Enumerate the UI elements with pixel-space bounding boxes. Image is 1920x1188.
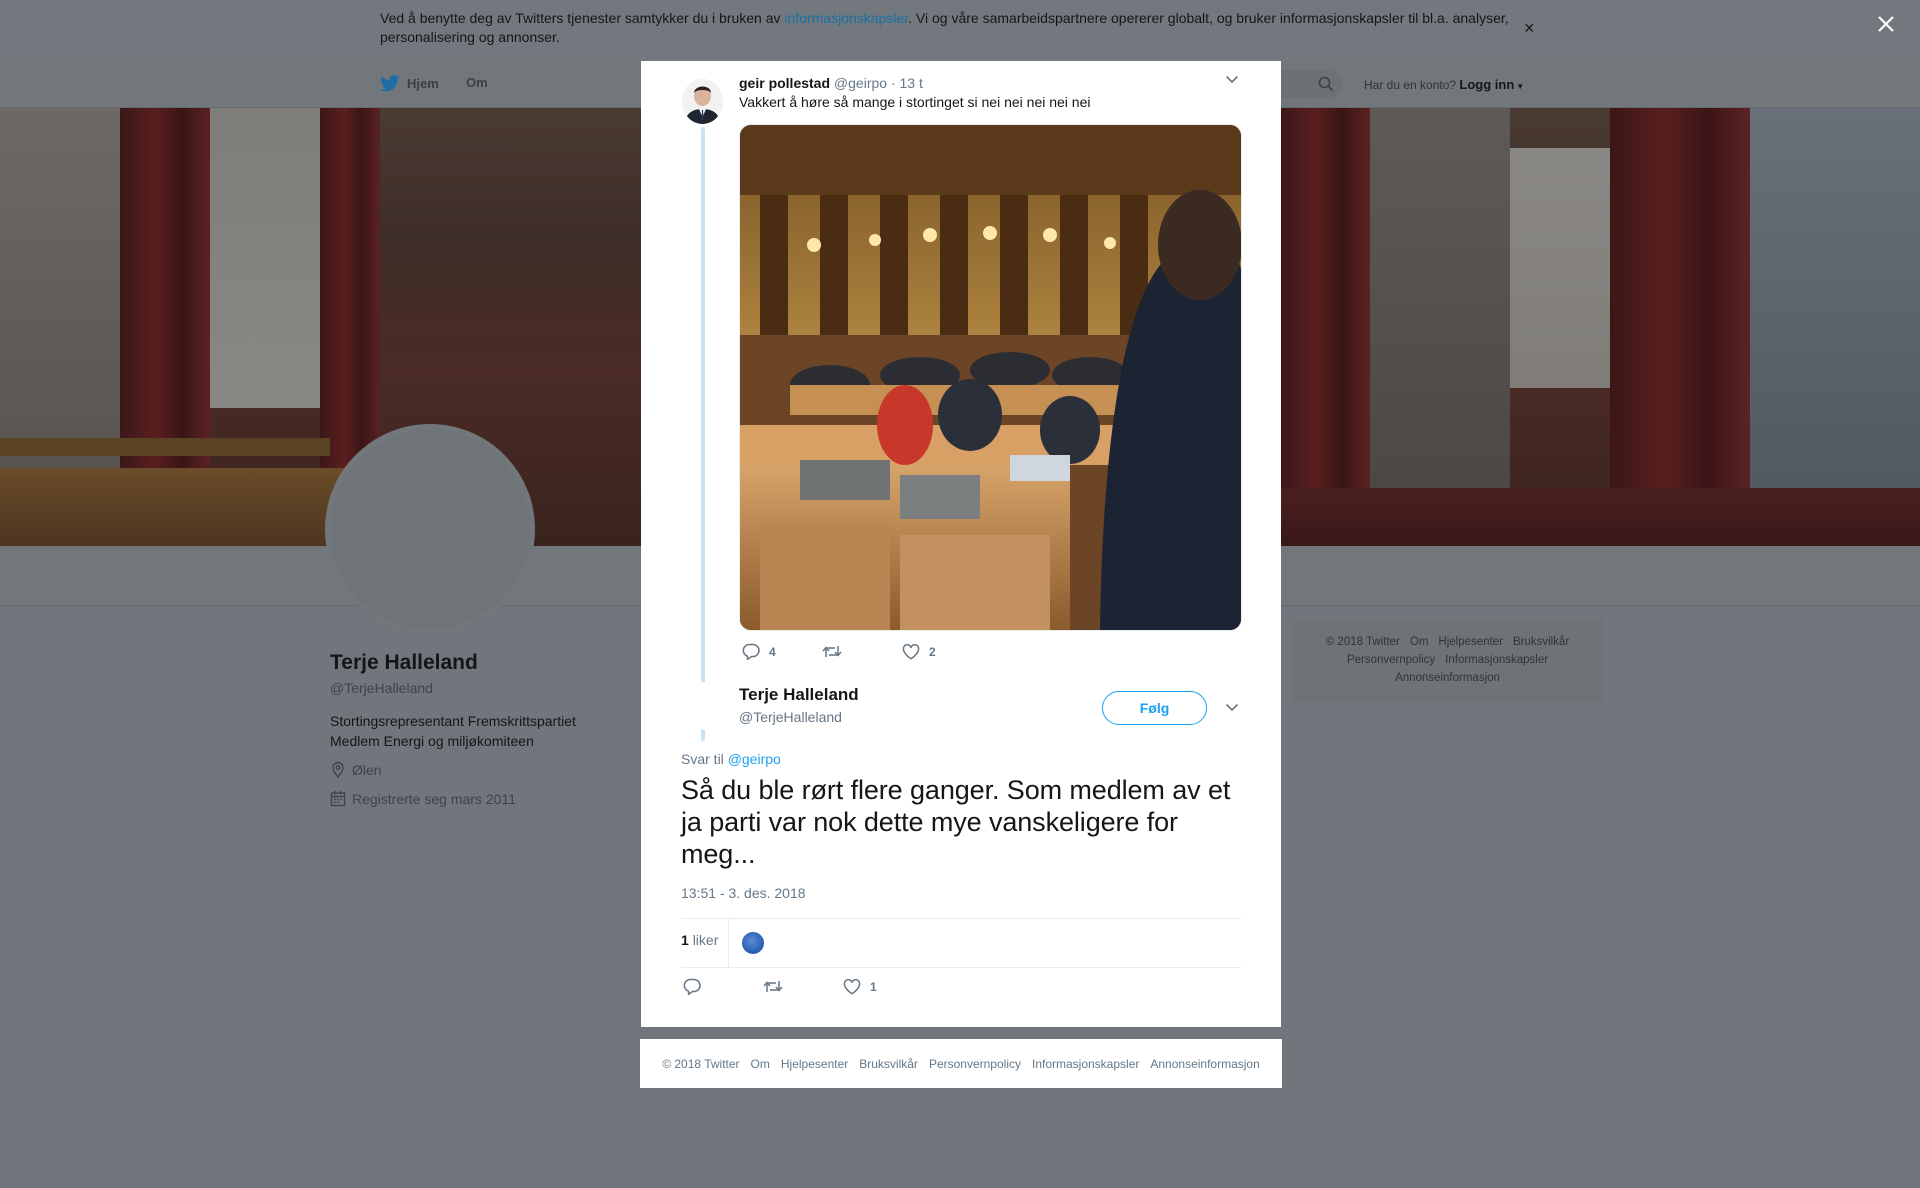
- separator-dot: ·: [890, 75, 896, 91]
- nav-home-label: Hjem: [407, 76, 439, 91]
- reply-icon: [742, 643, 760, 660]
- reply-count: 4: [769, 644, 776, 659]
- nav-home[interactable]: Hjem: [380, 75, 439, 92]
- location-pin-icon: [332, 761, 344, 779]
- account-area: Har du en konto? Logg inn ▼: [1364, 77, 1524, 92]
- profile-bio: Stortingsrepresentant Fremskrittspartiet…: [330, 711, 610, 751]
- cookie-text-before: Ved å benytte deg av Twitters tjenester …: [380, 10, 785, 26]
- retweet-icon: [822, 646, 842, 657]
- location-text: Ølen: [352, 762, 382, 778]
- like-action[interactable]: 2: [902, 643, 982, 660]
- bio-line: Stortingsrepresentant Fremskrittspartiet: [330, 713, 576, 729]
- profile-joined: Registrerte seg mars 2011: [330, 790, 516, 807]
- footer-link[interactable]: Om: [1410, 636, 1429, 648]
- parent-tweet-header: geir pollestad @geirpo · 13 t: [739, 75, 923, 91]
- reply-author-avatar[interactable]: [682, 682, 730, 730]
- likes-stat[interactable]: 1 liker: [681, 932, 718, 980]
- footer-link[interactable]: Bruksvilkår: [859, 1057, 918, 1071]
- heart-icon: [902, 643, 920, 660]
- calendar-icon: [330, 791, 346, 807]
- retweet-action[interactable]: [822, 644, 902, 659]
- parent-tweet-time[interactable]: 13 t: [900, 75, 923, 91]
- cookie-banner: Ved å benytte deg av Twitters tjenester …: [0, 0, 1920, 61]
- reply-action[interactable]: [683, 978, 763, 995]
- tweet-stats: 1 liker: [681, 918, 1241, 968]
- parent-tweet-avatar[interactable]: [682, 79, 723, 124]
- footer-link[interactable]: Hjelpesenter: [781, 1057, 848, 1071]
- tweet-modal: geir pollestad @geirpo · 13 t Vakkert å …: [641, 61, 1281, 1027]
- likes-stat-label: liker: [692, 932, 719, 948]
- cookie-close-icon[interactable]: ×: [1524, 18, 1535, 39]
- footer-link[interactable]: Personvernpolicy: [929, 1057, 1021, 1071]
- parent-tweet-actions: 4 2: [742, 643, 982, 660]
- cookie-text: Ved å benytte deg av Twitters tjenester …: [380, 9, 1520, 47]
- login-label: Logg inn: [1459, 77, 1515, 92]
- reply-timestamp[interactable]: 13:51 - 3. des. 2018: [681, 885, 806, 901]
- footer-link[interactable]: © 2018 Twitter: [662, 1057, 739, 1071]
- reply-tweet-text: Så du ble rørt flere ganger. Som medlem …: [681, 775, 1231, 869]
- heart-icon: [843, 978, 861, 995]
- side-footer: © 2018 Twitter Om Hjelpesenter Bruksvilkår …: [1291, 619, 1604, 702]
- parent-tweet-text: Vakkert å høre så mange i stortinget si …: [739, 94, 1091, 110]
- likes-stat-count: 1: [681, 932, 689, 948]
- parent-author-name[interactable]: geir pollestad: [739, 75, 830, 91]
- modal-footer: © 2018 Twitter Om Hjelpesenter Bruksvilk…: [640, 1039, 1282, 1088]
- profile-location: Ølen: [330, 761, 382, 779]
- footer-link[interactable]: © 2018 Twitter: [1326, 636, 1400, 648]
- like-count: 1: [870, 979, 877, 994]
- footer-link[interactable]: Personvernpolicy: [1347, 654, 1435, 666]
- nav-about[interactable]: Om: [466, 75, 488, 90]
- cookie-link[interactable]: informasjonskapsler: [784, 10, 908, 26]
- reply-author-handle[interactable]: @TerjeHalleland: [739, 709, 842, 725]
- caret-down-icon: ▼: [1516, 82, 1525, 91]
- parliament-photo: [740, 125, 1241, 630]
- footer-link[interactable]: Hjelpesenter: [1438, 636, 1503, 648]
- profile-handle[interactable]: @TerjeHalleland: [330, 680, 433, 696]
- reply-action[interactable]: 4: [742, 643, 822, 660]
- replying-to-label: Svar til: [681, 751, 724, 767]
- twitter-bird-icon: [380, 75, 400, 92]
- liker-avatar[interactable]: [741, 931, 765, 955]
- replying-to-handle[interactable]: @geirpo: [728, 751, 781, 767]
- footer-link[interactable]: Annonseinformasjon: [1395, 672, 1500, 684]
- parent-author-handle[interactable]: @geirpo: [834, 75, 887, 91]
- footer-link[interactable]: Om: [751, 1057, 770, 1071]
- joined-text: Registrerte seg mars 2011: [352, 790, 516, 807]
- like-count: 2: [929, 644, 936, 659]
- reply-author-name[interactable]: Terje Halleland: [739, 685, 859, 705]
- profile-avatar: [325, 424, 535, 634]
- parent-tweet-photo[interactable]: [739, 124, 1242, 631]
- like-action[interactable]: 1: [843, 978, 923, 995]
- overlay-close-icon[interactable]: [1877, 15, 1895, 33]
- chevron-down-icon[interactable]: [1225, 75, 1239, 84]
- chevron-down-icon[interactable]: [1225, 703, 1239, 712]
- footer-link[interactable]: Annonseinformasjon: [1150, 1057, 1259, 1071]
- reply-icon: [683, 978, 701, 995]
- bio-line: Medlem Energi og miljøkomiteen: [330, 733, 534, 749]
- replying-to: Svar til @geirpo: [681, 751, 781, 767]
- login-link[interactable]: Logg inn ▼: [1459, 77, 1524, 92]
- reply-tweet-actions: 1: [683, 978, 923, 995]
- footer-link[interactable]: Informasjonskapsler: [1032, 1057, 1139, 1071]
- retweet-icon: [763, 981, 783, 992]
- follow-button[interactable]: Følg: [1102, 691, 1207, 725]
- profile-name[interactable]: Terje Halleland: [330, 651, 478, 675]
- thread-line: [701, 127, 705, 741]
- account-prompt: Har du en konto?: [1364, 78, 1457, 92]
- retweet-action[interactable]: [763, 979, 843, 994]
- search-icon: [1318, 76, 1334, 92]
- stats-divider: [728, 919, 729, 967]
- footer-link[interactable]: Informasjonskapsler: [1445, 654, 1548, 666]
- person-avatar-icon: [682, 79, 723, 124]
- footer-link[interactable]: Bruksvilkår: [1513, 636, 1569, 648]
